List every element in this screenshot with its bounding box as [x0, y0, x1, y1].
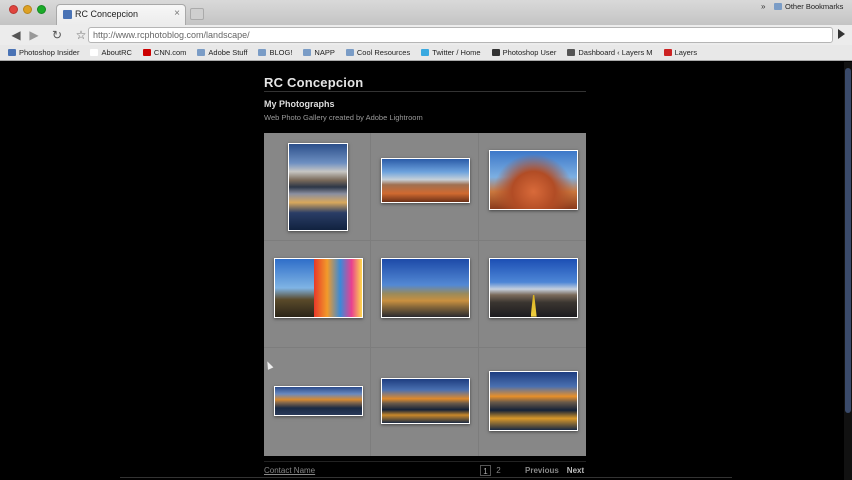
close-window-button[interactable]: [9, 5, 18, 14]
grid-cell: [478, 133, 586, 241]
bookmark-item[interactable]: AboutRC: [90, 48, 132, 57]
bookmark-label: Photoshop Insider: [19, 48, 80, 57]
grid-cell: [264, 133, 372, 241]
grid-cell: [264, 240, 372, 349]
bookmark-icon: [90, 49, 99, 56]
bookmark-item[interactable]: Twitter / Home: [421, 48, 481, 57]
gallery-description: Web Photo Gallery created by Adobe Light…: [264, 113, 423, 122]
bookmark-label: Twitter / Home: [432, 48, 481, 57]
site-title: RC Concepcion: [264, 75, 364, 90]
bookmark-label: AboutRC: [101, 48, 132, 57]
photo-thumb-3[interactable]: [488, 150, 578, 210]
previous-link[interactable]: Previous: [525, 466, 559, 475]
bookmark-icon: [421, 49, 430, 56]
favicon-icon: [63, 10, 72, 19]
bookmark-item[interactable]: Photoshop Insider: [8, 48, 79, 57]
grid-cell: [478, 241, 586, 349]
bookmark-icon: [197, 49, 206, 56]
bookmark-icon: [303, 49, 312, 56]
bookmark-item[interactable]: Adobe Stuff: [197, 48, 247, 57]
scrollbar-thumb[interactable]: [845, 68, 851, 413]
bookmark-icon: [345, 49, 354, 56]
other-bookmarks-label: Other Bookmarks: [785, 2, 844, 11]
bookmark-label: BLOG!: [269, 48, 293, 57]
footer-line: [120, 477, 732, 478]
grid-cell: [264, 348, 372, 456]
footer-divider: [264, 461, 586, 462]
bookmark-icon: [258, 49, 267, 56]
bookmark-label: Photoshop User: [502, 48, 557, 57]
photo-thumb-8[interactable]: [381, 378, 471, 425]
bookmark-item[interactable]: BLOG!: [258, 48, 292, 57]
go-arrow-icon[interactable]: [838, 29, 845, 39]
photo-thumb-5[interactable]: [381, 257, 471, 318]
page-1-link[interactable]: 1: [480, 465, 491, 476]
bookmark-icon: [491, 49, 500, 56]
grid-cell: [371, 348, 479, 456]
page-content: RC Concepcion My Photographs Web Photo G…: [0, 62, 852, 480]
photo-thumb-6[interactable]: [488, 257, 578, 318]
grid-cell: [371, 240, 479, 349]
grid-cell: [371, 133, 479, 241]
bookmark-label: Dashboard ‹ Layers M: [578, 48, 653, 57]
pagination: 1 2 Previous Next: [480, 465, 584, 476]
folder-icon: [774, 3, 782, 10]
tab-rc-concepcion[interactable]: RC Concepcion ×: [56, 4, 186, 25]
new-tab-button[interactable]: [190, 8, 204, 20]
bookmark-label: CNN.com: [153, 48, 187, 57]
grid-cell: [479, 348, 586, 456]
next-link[interactable]: Next: [567, 466, 584, 475]
title-divider: [264, 91, 586, 92]
bookmark-label: Layers: [674, 48, 698, 57]
bookmark-icon: [142, 49, 151, 56]
minimize-window-button[interactable]: [23, 5, 32, 14]
contact-link[interactable]: Contact Name: [264, 466, 315, 475]
photo-thumb-4[interactable]: [274, 257, 363, 318]
bookmark-label: NAPP: [314, 48, 335, 57]
bookmark-item[interactable]: Photoshop User: [491, 48, 557, 57]
bookmark-item[interactable]: Layers: [663, 48, 698, 57]
tab-title: RC Concepcion: [75, 9, 139, 19]
other-bookmarks[interactable]: Other Bookmarks: [774, 2, 843, 11]
forward-arrow-icon[interactable]: ▶: [26, 27, 42, 43]
bookmark-item[interactable]: Dashboard ‹ Layers M: [567, 48, 653, 57]
photo-grid: [264, 133, 586, 456]
photo-thumb-2[interactable]: [381, 158, 471, 203]
back-arrow-icon[interactable]: ◀: [8, 27, 24, 43]
star-icon[interactable]: ☆: [73, 27, 89, 43]
bookmarks-overflow-icon[interactable]: »: [761, 2, 765, 11]
zoom-window-button[interactable]: [37, 5, 46, 14]
browser-toolbar: ◀ ▶ ↻ ☆ http://www.rcphotoblog.com/lands…: [0, 25, 852, 45]
page-2-link[interactable]: 2: [493, 465, 504, 476]
bookmark-item[interactable]: NAPP: [303, 48, 335, 57]
url-text: http://www.rcphotoblog.com/landscape/: [93, 30, 250, 40]
bookmark-label: Cool Resources: [356, 48, 411, 57]
tab-strip: RC Concepcion ×: [0, 0, 852, 25]
bookmark-icon: [567, 49, 576, 56]
site-header: RC Concepcion: [264, 75, 586, 90]
photo-thumb-7[interactable]: [274, 386, 363, 417]
photo-thumb-1[interactable]: [288, 143, 348, 231]
reload-icon[interactable]: ↻: [49, 27, 65, 43]
bookmark-icon: [663, 49, 672, 56]
address-bar[interactable]: http://www.rcphotoblog.com/landscape/: [88, 27, 833, 43]
bookmark-icon: [8, 49, 16, 56]
vertical-scrollbar[interactable]: [844, 62, 852, 480]
bookmarks-bar: Photoshop Insider AboutRC CNN.com Adobe Stu…: [0, 45, 852, 61]
tab-close-icon[interactable]: ×: [174, 8, 180, 19]
bookmark-label: Adobe Stuff: [208, 48, 248, 57]
bookmark-item[interactable]: Cool Resources: [345, 48, 411, 57]
bookmark-item[interactable]: CNN.com: [142, 48, 187, 57]
gallery-title: My Photographs: [264, 99, 335, 109]
photo-thumb-9[interactable]: [488, 371, 578, 432]
